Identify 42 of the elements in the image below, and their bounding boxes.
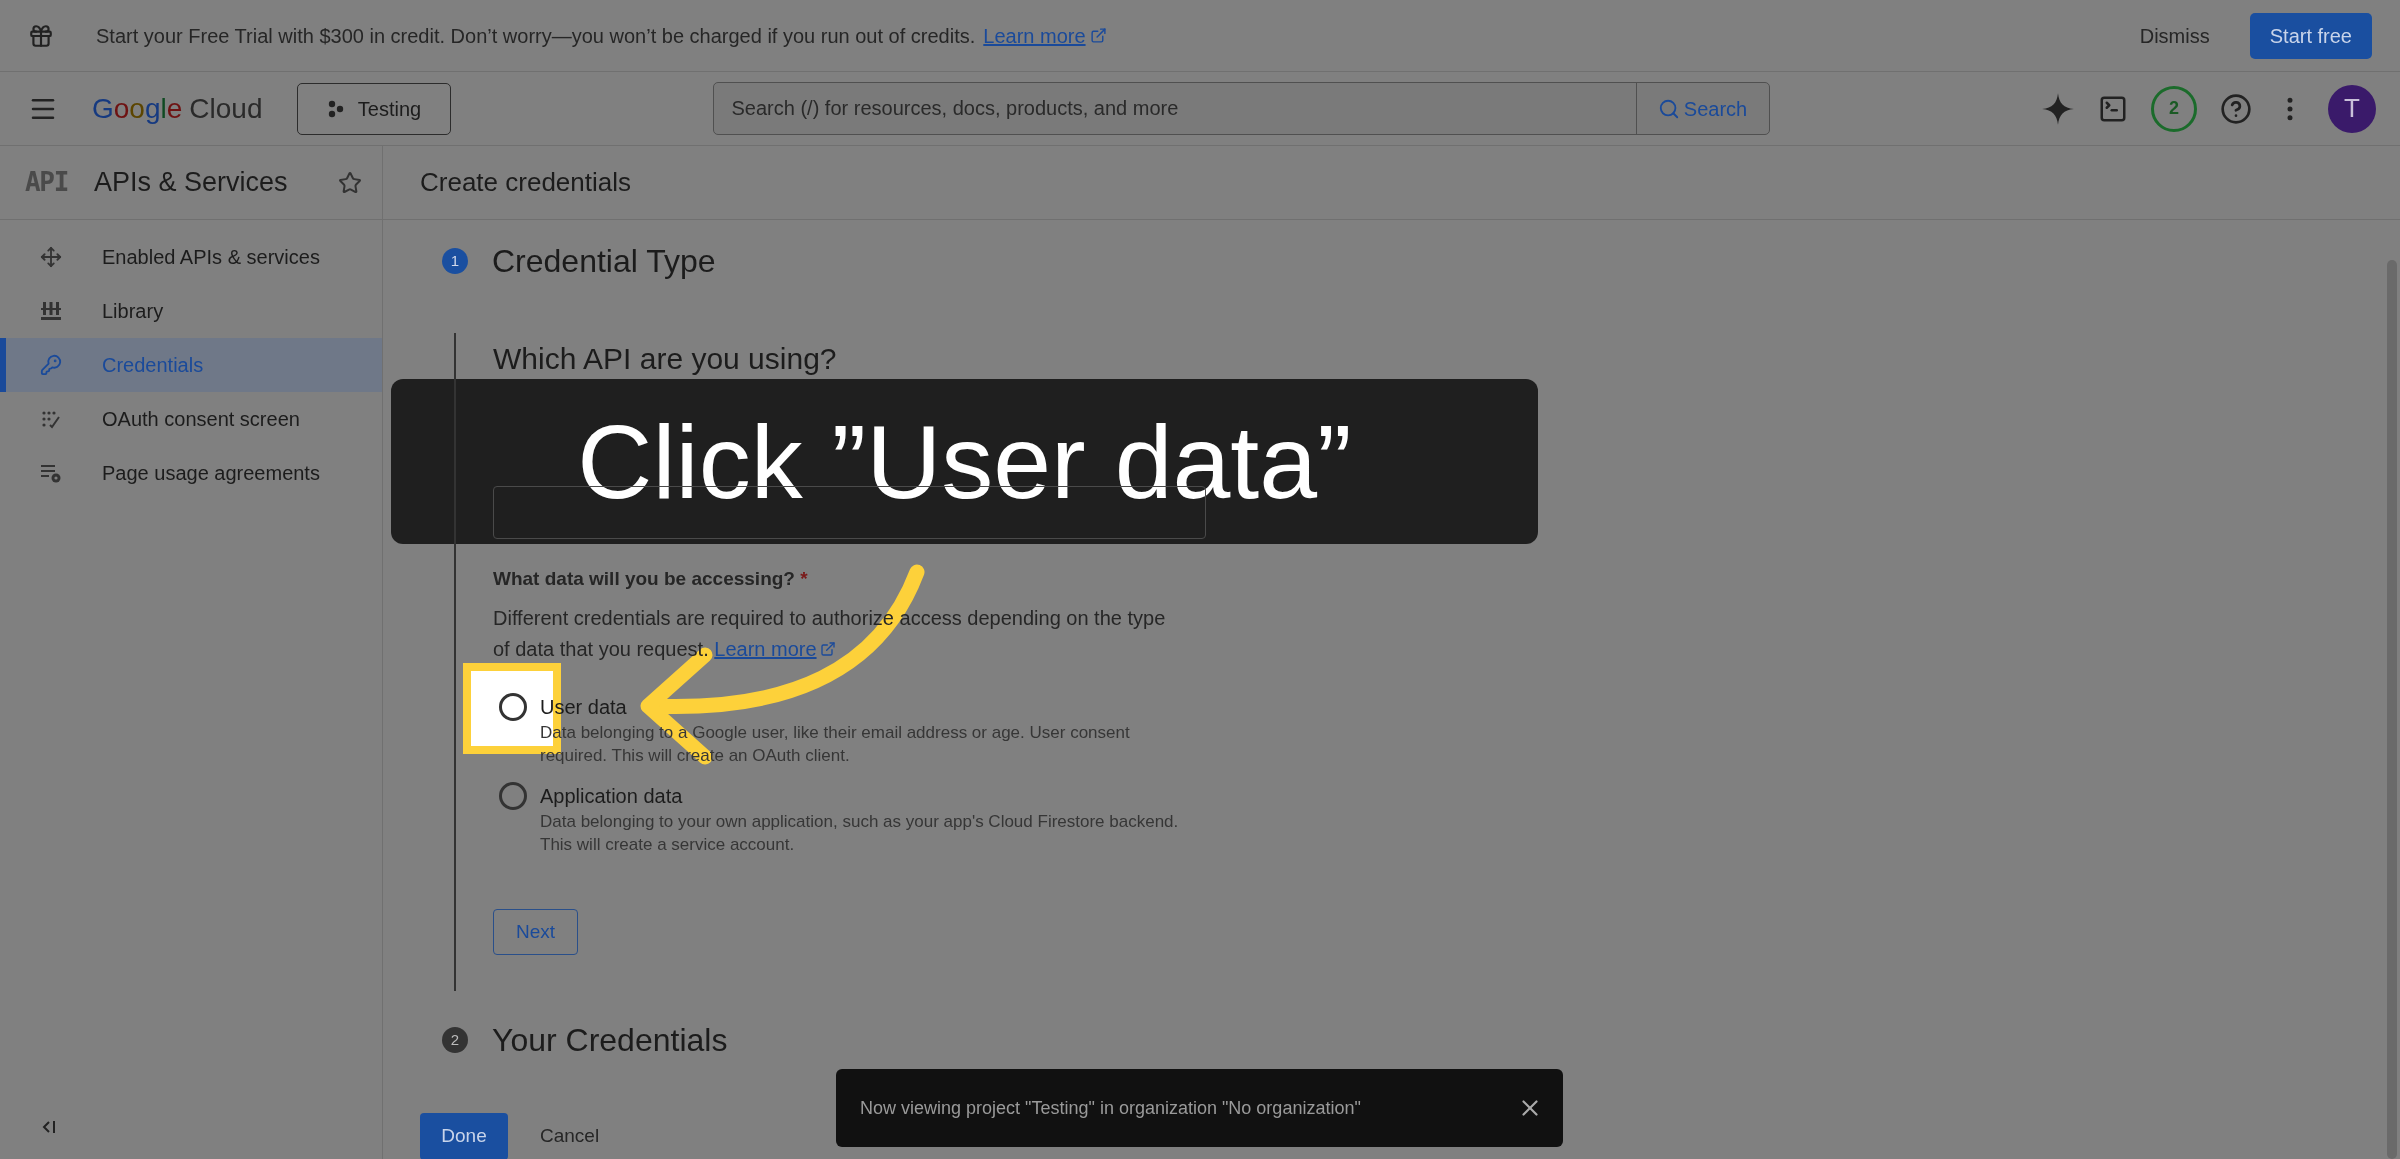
sidebar-item[interactable]: Library (0, 284, 382, 338)
radio-button[interactable] (499, 693, 527, 721)
start-free-button[interactable]: Start free (2249, 12, 2372, 59)
google-cloud-logo[interactable]: Google Cloud (92, 87, 263, 130)
avatar[interactable]: T (2328, 84, 2376, 133)
gift-icon (28, 22, 54, 49)
step-title: Credential Type (492, 242, 716, 281)
notification-count[interactable]: 2 (2151, 85, 2197, 132)
learn-more-link[interactable]: Learn more (714, 638, 836, 660)
cancel-button[interactable]: Cancel (528, 1113, 612, 1159)
list-gear-icon (40, 462, 62, 484)
search-button[interactable]: Search (1635, 83, 1769, 134)
sidebar-item[interactable]: Enabled APIs & services (0, 230, 382, 284)
next-button[interactable]: Next (493, 909, 578, 955)
external-link-icon (1089, 27, 1107, 44)
learn-more-link[interactable]: Learn more (983, 20, 1107, 51)
radio-button[interactable] (499, 782, 527, 810)
help-icon[interactable] (2220, 92, 2252, 125)
option-description: Data belonging to your own application, such as your app's Cloud Firestore backend. This will create a service account. (540, 811, 1180, 856)
sidebar-item[interactable]: OAuth consent screen (0, 392, 382, 446)
columns-icon (40, 300, 62, 322)
tutorial-caption: Click ”User data” (391, 379, 1538, 544)
star-icon[interactable] (338, 170, 362, 195)
question-label: What data will you be accessing? * (493, 567, 809, 591)
step-title: Your Credentials (492, 1021, 728, 1060)
key-icon (40, 354, 62, 376)
toast-message: Now viewing project "Testing" in organization "No organization" (860, 1096, 1361, 1120)
step-number: 2 (442, 1027, 468, 1053)
sidebar-title: APIs & Services (94, 166, 288, 200)
move-arrows-icon (40, 246, 62, 268)
search-icon (1657, 97, 1680, 120)
external-link-icon (819, 641, 836, 657)
step-number: 1 (442, 248, 468, 274)
search-field[interactable]: Search (/) for resources, docs, products, and more Search (712, 82, 1770, 135)
option-label: Application data (540, 784, 684, 809)
page-title: Create credentials (420, 166, 631, 199)
sidebar-item[interactable]: Page usage agreements (0, 446, 382, 500)
section-heading: Which API are you using? (493, 341, 838, 377)
done-button[interactable]: Done (420, 1113, 508, 1159)
project-picker[interactable]: Testing (296, 82, 451, 135)
dismiss-button[interactable]: Dismiss (2127, 12, 2222, 59)
trial-message: Start your Free Trial with $300 in credit. Don’t worry—you won’t be charged if you run out of credits. (96, 23, 976, 49)
